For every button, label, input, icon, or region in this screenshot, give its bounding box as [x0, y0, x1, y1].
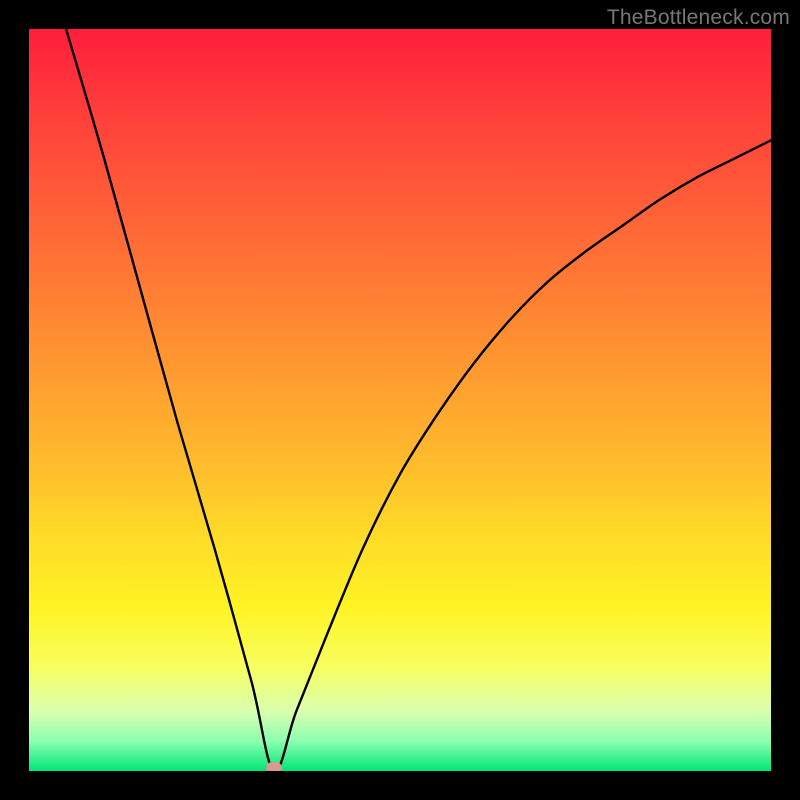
chart-frame: TheBottleneck.com	[0, 0, 800, 800]
curve-svg	[29, 29, 771, 771]
plot-area	[29, 29, 771, 771]
minimum-marker	[266, 762, 282, 771]
bottleneck-curve	[66, 29, 771, 771]
watermark-text: TheBottleneck.com	[607, 6, 790, 30]
